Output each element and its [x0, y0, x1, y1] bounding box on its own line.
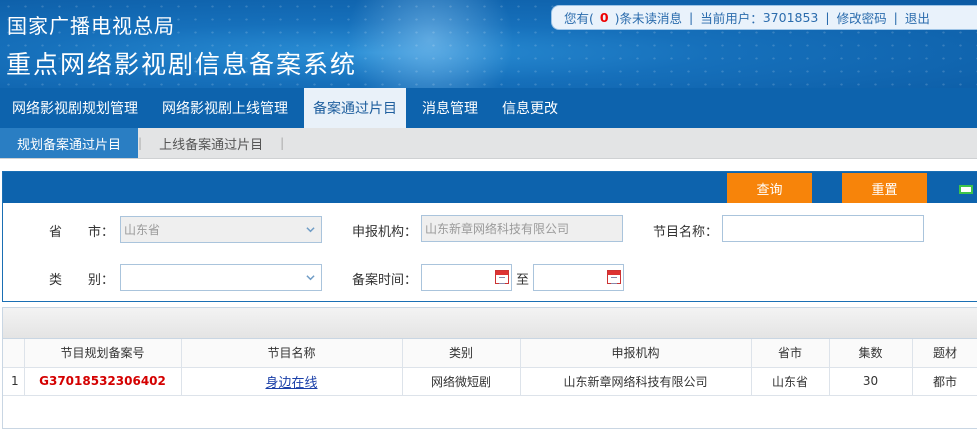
calendar-icon[interactable] — [495, 270, 509, 284]
record-code: G37018532306402 — [24, 367, 182, 396]
query-panel-header: 查询 重置 — [3, 172, 977, 203]
nav-item-online[interactable]: 网络影视剧上线管理 — [150, 88, 300, 128]
table-header-row: 节目规划备案号 节目名称 类别 申报机构 省市 集数 题材 — [3, 339, 977, 368]
program-name-link[interactable]: 身边在线 — [265, 376, 317, 391]
record-time-separator: 至 — [516, 273, 530, 288]
current-user-id: 3701853 — [762, 10, 819, 25]
reset-button[interactable]: 重置 — [842, 173, 927, 203]
query-panel: 查询 重置 省 市： 山东省 申报机构： 山东新章网络科技有限公司 节目名称： … — [2, 171, 977, 302]
column-header-episodes[interactable]: 集数 — [829, 339, 913, 368]
chevron-down-icon — [306, 275, 315, 281]
divider: | — [825, 10, 830, 25]
column-header-agency[interactable]: 申报机构 — [520, 339, 752, 368]
unread-suffix[interactable]: )条未读消息 — [615, 8, 682, 27]
sub-nav: 规划备案通过片目 | 上线备案通过片目 | — [0, 128, 977, 159]
column-header-name[interactable]: 节目名称 — [181, 339, 403, 368]
unread-count[interactable]: 0 — [600, 10, 609, 25]
program-name-label: 节目名称： — [653, 225, 719, 240]
agency-field: 山东新章网络科技有限公司 — [421, 215, 623, 242]
province-label: 省 市： — [49, 225, 115, 240]
program-name-cell: 身边在线 — [181, 367, 403, 396]
tab-divider: | — [280, 136, 285, 150]
row-index: 1 — [3, 367, 25, 396]
chevron-down-icon — [306, 227, 315, 233]
episodes-cell: 30 — [829, 367, 913, 396]
nav-item-approved[interactable]: 备案通过片目 — [304, 88, 406, 128]
system-title: 重点网络影视剧信息备案系统 — [6, 50, 358, 79]
logout-link[interactable]: 退出 — [905, 8, 930, 27]
nav-item-planning[interactable]: 网络影视剧规划管理 — [0, 88, 150, 128]
column-header-category[interactable]: 类别 — [402, 339, 521, 368]
category-select[interactable] — [120, 264, 322, 291]
province-select[interactable]: 山东省 — [120, 216, 322, 243]
category-cell: 网络微短剧 — [402, 367, 521, 396]
record-time-from-input[interactable] — [421, 264, 512, 291]
column-header-code[interactable]: 节目规划备案号 — [24, 339, 182, 368]
collapse-icon[interactable] — [959, 185, 973, 194]
agency-value: 山东新章网络科技有限公司 — [425, 222, 570, 236]
unread-prefix: 您有( — [564, 11, 594, 26]
org-name: 国家广播电视总局 — [7, 14, 175, 38]
agency-label: 申报机构： — [352, 225, 418, 240]
query-button[interactable]: 查询 — [727, 173, 812, 203]
calendar-icon[interactable] — [607, 270, 621, 284]
results-grid: 节目规划备案号 节目名称 类别 申报机构 省市 集数 题材 1 G3701853… — [2, 307, 977, 429]
agency-cell: 山东新章网络科技有限公司 — [520, 367, 752, 396]
nav-item-messages[interactable]: 消息管理 — [410, 88, 490, 128]
user-bar: 您有( 0 )条未读消息 | 当前用户： 3701853 | 修改密码 | 退出 — [551, 5, 977, 30]
province-cell: 山东省 — [751, 367, 830, 396]
theme-cell: 都市 — [912, 367, 977, 396]
column-header-theme[interactable]: 题材 — [912, 339, 977, 368]
province-value: 山东省 — [124, 223, 161, 237]
results-table: 节目规划备案号 节目名称 类别 申报机构 省市 集数 题材 1 G3701853… — [3, 339, 977, 396]
category-label: 类 别： — [49, 273, 115, 288]
record-time-to-input[interactable] — [533, 264, 624, 291]
record-time-label: 备案时间： — [352, 273, 418, 288]
grid-toolbar — [3, 308, 977, 339]
column-header-index — [3, 339, 25, 368]
divider: | — [893, 10, 898, 25]
table-row[interactable]: 1 G37018532306402 身边在线 网络微短剧 山东新章网络科技有限公… — [3, 367, 977, 396]
current-user-label: 当前用户： — [700, 11, 763, 26]
nav-item-info-change[interactable]: 信息更改 — [490, 88, 570, 128]
program-name-input[interactable] — [722, 215, 924, 242]
column-header-province[interactable]: 省市 — [751, 339, 830, 368]
header-banner: 国家广播电视总局 重点网络影视剧信息备案系统 您有( 0 )条未读消息 | 当前… — [0, 0, 977, 88]
tab-planning-approved[interactable]: 规划备案通过片目 — [0, 128, 139, 158]
change-password-link[interactable]: 修改密码 — [837, 8, 887, 27]
divider: | — [688, 10, 694, 25]
tab-online-approved[interactable]: 上线备案通过片目 — [142, 128, 280, 158]
main-nav: 网络影视剧规划管理 网络影视剧上线管理 备案通过片目 消息管理 信息更改 — [0, 88, 977, 128]
